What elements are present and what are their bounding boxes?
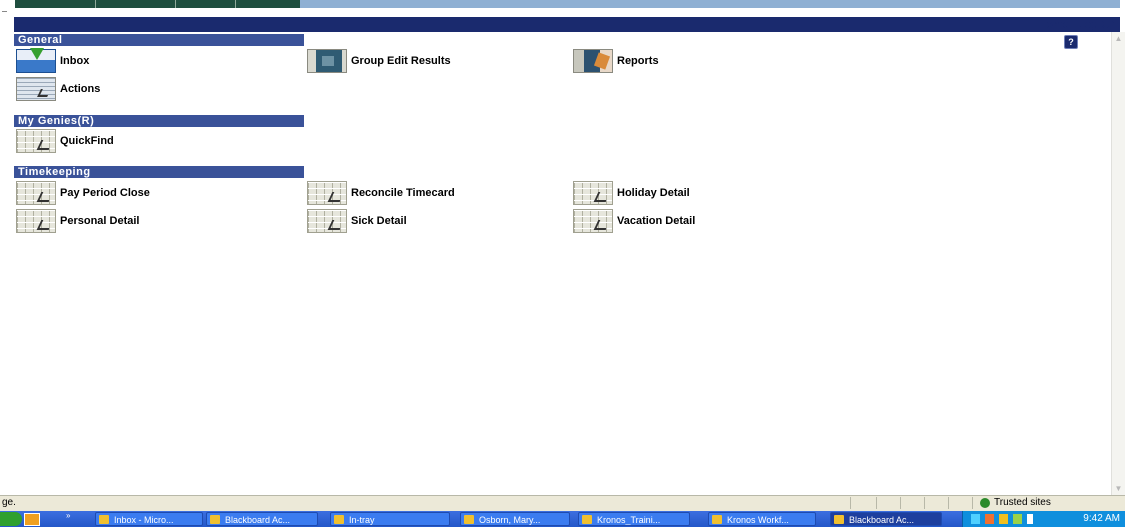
genie-label: Inbox: [60, 55, 90, 67]
genie-vacation-detail[interactable]: Vacation Detail: [573, 208, 695, 234]
genie-personal-detail[interactable]: Personal Detail: [16, 208, 139, 234]
taskbar-item[interactable]: Osborn, Mary...: [460, 512, 570, 526]
report-icon: [573, 49, 613, 73]
section-header-timekeeping: Timekeeping: [14, 166, 304, 178]
top-nav-tabs: [15, 0, 300, 8]
help-icon[interactable]: ?: [1064, 35, 1078, 49]
timecard-grid-icon: [16, 181, 56, 205]
security-zone: Trusted sites: [980, 497, 1051, 508]
home-link[interactable]: Home: [1038, 19, 1069, 31]
clock[interactable]: 9:42 AM: [1083, 513, 1120, 524]
genie-pay-period-close[interactable]: Pay Period Close: [16, 180, 150, 206]
timecard-grid-icon: [307, 181, 347, 205]
taskbar-item-label: Osborn, Mary...: [479, 515, 541, 525]
quicklaunch-more-icon[interactable]: »: [66, 511, 70, 520]
taskbar-item[interactable]: Inbox - Micro...: [95, 512, 203, 526]
taskbar-item-label: Blackboard Ac...: [849, 515, 915, 525]
top-banner: [300, 0, 1120, 8]
genie-group-edit-results[interactable]: Group Edit Results: [307, 48, 451, 74]
inbox-icon: [16, 48, 56, 73]
genie-label: Group Edit Results: [351, 55, 451, 67]
taskbar-item-active[interactable]: Blackboard Ac...: [830, 512, 942, 526]
system-tray: 9:42 AM: [962, 511, 1125, 527]
genie-inbox[interactable]: Inbox: [16, 48, 89, 74]
app-icon: [334, 515, 344, 524]
section-header-genies: My Genies(R): [14, 115, 304, 127]
start-button[interactable]: [0, 512, 22, 526]
app-icon: [210, 515, 220, 524]
app-icon: [712, 515, 722, 524]
scroll-marker: [2, 11, 7, 12]
genie-holiday-detail[interactable]: Holiday Detail: [573, 180, 690, 206]
browser-top-strip: [0, 0, 1125, 18]
header-separator: |: [1071, 19, 1075, 31]
genie-label: Personal Detail: [60, 215, 140, 227]
taskbar-item-label: Inbox - Micro...: [114, 515, 174, 525]
vertical-scrollbar[interactable]: ▲ ▼: [1111, 32, 1125, 495]
outlook-quicklaunch-icon[interactable]: [24, 513, 40, 526]
tray-icons[interactable]: [971, 514, 1041, 524]
genie-label: Vacation Detail: [617, 215, 696, 227]
section-header-general: General: [14, 34, 304, 46]
genie-label: Actions: [60, 83, 101, 95]
app-icon: [464, 515, 474, 524]
book-icon: [307, 49, 347, 73]
genie-reconcile-timecard[interactable]: Reconcile Timecard: [307, 180, 455, 206]
timecard-grid-icon: [573, 209, 613, 233]
genie-label: QuickFind: [60, 135, 114, 147]
taskbar-item[interactable]: Kronos_Traini...: [578, 512, 690, 526]
app-icon: [582, 515, 592, 524]
app-icon: [99, 515, 109, 524]
taskbar-item[interactable]: Kronos Workf...: [708, 512, 816, 526]
app-icon: [834, 515, 844, 524]
taskbar-item-label: In-tray: [349, 515, 375, 525]
taskbar-item[interactable]: Blackboard Ac...: [206, 512, 318, 526]
genie-sick-detail[interactable]: Sick Detail: [307, 208, 407, 234]
genie-label: Pay Period Close: [60, 187, 150, 199]
genie-reports[interactable]: Reports: [573, 48, 659, 74]
genie-actions[interactable]: Actions: [16, 76, 100, 102]
actions-icon: [16, 77, 56, 101]
browser-status-bar: ge. Trusted sites: [0, 495, 1125, 511]
windows-taskbar: » Inbox - Micro... Blackboard Ac... In-t…: [0, 511, 1125, 527]
genie-label: Sick Detail: [351, 215, 407, 227]
header-bar: [14, 17, 1120, 32]
genie-quickfind[interactable]: QuickFind: [16, 128, 114, 154]
logoff-link[interactable]: Log Off: [1078, 19, 1117, 31]
genie-label: Reports: [617, 55, 659, 67]
taskbar-item-label: Blackboard Ac...: [225, 515, 291, 525]
status-text: ge.: [2, 497, 16, 508]
scroll-down-icon[interactable]: ▼: [1112, 482, 1125, 495]
genie-label: Holiday Detail: [617, 187, 690, 199]
taskbar-item-label: Kronos Workf...: [727, 515, 789, 525]
header-links: Home | Log Off: [1038, 19, 1117, 31]
trusted-check-icon: [980, 497, 990, 508]
timecard-grid-icon: [16, 209, 56, 233]
taskbar-item-label: Kronos_Traini...: [597, 515, 661, 525]
scroll-up-icon[interactable]: ▲: [1112, 32, 1125, 45]
timecard-grid-icon: [16, 129, 56, 153]
genie-label: Reconcile Timecard: [351, 187, 455, 199]
security-zone-label: Trusted sites: [994, 497, 1051, 508]
timecard-grid-icon: [307, 209, 347, 233]
taskbar-item[interactable]: In-tray: [330, 512, 450, 526]
timecard-grid-icon: [573, 181, 613, 205]
